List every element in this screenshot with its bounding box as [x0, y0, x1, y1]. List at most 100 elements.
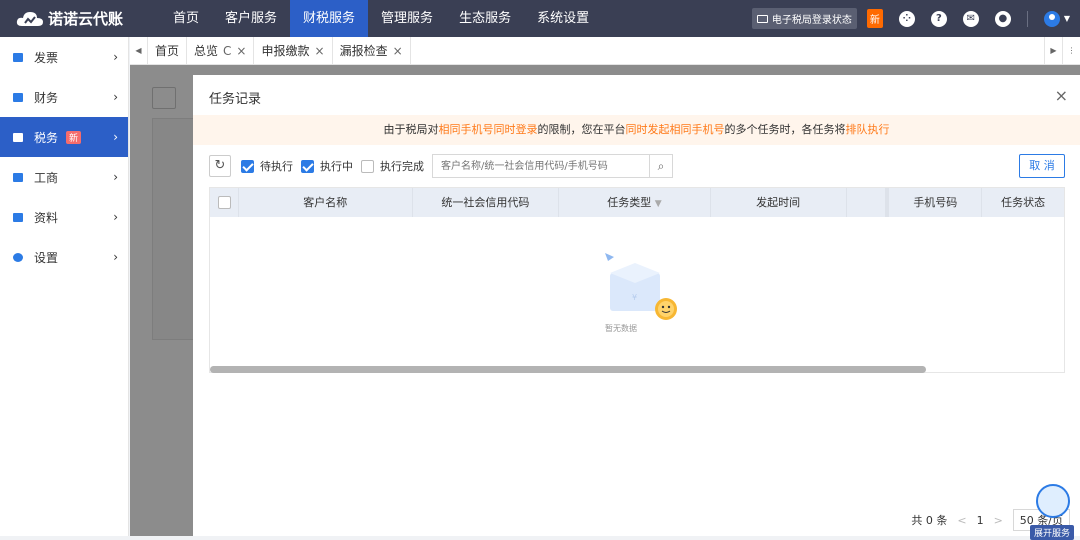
- tab-missing-check[interactable]: 漏报检查 ×: [333, 36, 411, 65]
- divider: [1026, 10, 1028, 27]
- search-box: ⌕: [432, 154, 673, 178]
- tab-right-controls: ▶ ⋮: [1044, 37, 1080, 65]
- chevron-down-icon[interactable]: ▼: [1064, 14, 1070, 23]
- sidebar-item-label: 资料: [34, 210, 59, 225]
- watermark-text: 大数跨境: [8, 507, 88, 531]
- search-input[interactable]: [432, 154, 649, 178]
- apps-grid-icon[interactable]: ⁘: [898, 10, 915, 27]
- sidebar-item-label: 发票: [34, 50, 59, 65]
- tab-scroll-left-icon[interactable]: ◀: [130, 36, 148, 65]
- chevron-right-icon: ›: [113, 90, 118, 104]
- gear-icon: [13, 252, 23, 262]
- column-task-status: 任务状态: [1001, 196, 1046, 209]
- chevron-right-icon: ›: [113, 210, 118, 224]
- tab-label: 总览: [194, 43, 219, 58]
- more-icon[interactable]: ⋮: [1062, 37, 1080, 65]
- e-tax-login-status-button[interactable]: 电子税局登录状态: [751, 8, 857, 29]
- nav-home[interactable]: 首页: [160, 0, 212, 37]
- finance-icon: [13, 92, 23, 102]
- next-page-button[interactable]: >: [994, 514, 1003, 527]
- notice-text: 的多个任务时，各任务将: [724, 123, 846, 136]
- page-number[interactable]: 1: [977, 514, 984, 527]
- column-label: 任务类型: [607, 196, 652, 209]
- tab-label: 申报缴款: [261, 43, 310, 58]
- chevron-right-icon: ›: [113, 250, 118, 264]
- tab-declare-payment[interactable]: 申报缴款 ×: [254, 36, 333, 65]
- message-icon[interactable]: ✉: [962, 10, 979, 27]
- customer-service-icon[interactable]: [1036, 484, 1070, 518]
- nav-settings[interactable]: 系统设置: [524, 0, 602, 37]
- filter-pending-checkbox[interactable]: 待执行: [241, 158, 293, 174]
- sidebar: 发票 › 财务 › 税务 新 › 工商 › 资料 › 设置 ›: [0, 37, 129, 536]
- invoice-icon: [13, 52, 23, 62]
- user-avatar-icon[interactable]: [1043, 10, 1060, 27]
- filter-toolbar: ↻ 待执行 执行中 执行完成 ⌕: [209, 154, 673, 178]
- e-tax-status-label: 电子税局登录状态: [771, 15, 852, 26]
- sidebar-item-settings[interactable]: 设置 ›: [0, 237, 128, 277]
- sidebar-item-label: 税务: [34, 130, 59, 145]
- bell-icon[interactable]: ●: [994, 10, 1011, 27]
- notice-banner: 由于税局对相同手机号同时登录的限制，您在平台同时发起相同手机号的多个任务时，各任…: [193, 115, 1080, 145]
- sidebar-item-documents[interactable]: 资料 ›: [0, 197, 128, 237]
- prev-page-button[interactable]: <: [957, 514, 966, 527]
- tab-bar: ◀ 首页 首页 总览 C × 申报缴款 × 漏报检查 × ▶ ⋮: [130, 36, 1080, 65]
- checkbox-checked-icon[interactable]: [301, 159, 314, 173]
- nav-customer-service[interactable]: 客户服务: [212, 0, 290, 37]
- checkbox-unchecked-icon[interactable]: [361, 159, 374, 173]
- app-logo[interactable]: 诺诺云代账: [0, 8, 160, 29]
- notice-highlight: 相同手机号同时登录: [438, 123, 538, 136]
- filter-done-checkbox[interactable]: 执行完成: [361, 158, 424, 174]
- notice-highlight: 排队执行: [845, 123, 890, 136]
- sidebar-item-business[interactable]: 工商 ›: [0, 157, 128, 197]
- documents-icon: [13, 212, 23, 222]
- column-credit-code: 统一社会信用代码: [413, 188, 560, 217]
- tab-scroll-right-icon[interactable]: ▶: [1044, 37, 1062, 65]
- chevron-right-icon: ›: [113, 50, 118, 64]
- checkbox-label: 执行完成: [380, 160, 424, 173]
- total-count: 共 0 条: [911, 514, 948, 527]
- new-badge: 新: [66, 130, 82, 144]
- tab-label: 漏报检查: [339, 43, 388, 58]
- sidebar-item-label: 设置: [34, 250, 59, 265]
- chevron-right-icon: ›: [113, 130, 118, 144]
- checkbox-checked-icon[interactable]: [241, 159, 254, 173]
- tab-home[interactable]: 首页: [148, 36, 188, 65]
- nav-tax-service[interactable]: 财税服务: [290, 0, 369, 37]
- search-icon[interactable]: ⌕: [649, 154, 673, 178]
- horizontal-scrollbar[interactable]: [210, 366, 926, 373]
- sidebar-item-label: 财务: [34, 90, 59, 105]
- column-task-type[interactable]: 任务类型 ▼: [559, 188, 711, 217]
- refresh-button[interactable]: ↻: [209, 155, 231, 177]
- column-customer-name: 客户名称: [239, 188, 413, 217]
- new-feature-badge[interactable]: 新: [866, 9, 883, 28]
- cancel-button[interactable]: 取 消: [1019, 154, 1065, 178]
- close-icon[interactable]: ×: [393, 37, 403, 65]
- expand-service-button[interactable]: 展开服务: [1029, 525, 1074, 540]
- sidebar-item-label: 工商: [34, 170, 59, 185]
- top-right-tools: 电子税局登录状态 新 ⁘ ? ✉ ● ▼: [751, 0, 1070, 37]
- nav-management[interactable]: 管理服务: [368, 0, 446, 37]
- nav-ecosystem[interactable]: 生态服务: [446, 0, 524, 37]
- help-icon[interactable]: ?: [930, 10, 947, 27]
- checkbox-unchecked-icon[interactable]: [218, 196, 231, 209]
- sidebar-item-tax[interactable]: 税务 新 ›: [0, 117, 128, 157]
- column-start-time: 发起时间: [711, 188, 847, 217]
- dialog-title: 任务记录: [209, 92, 262, 107]
- close-icon[interactable]: ×: [1055, 86, 1068, 105]
- tab-overview[interactable]: 首页 总览 C ×: [187, 36, 255, 65]
- filter-running-checkbox[interactable]: 执行中: [301, 158, 353, 174]
- column-phone: 手机号码: [886, 188, 983, 217]
- sidebar-item-invoice[interactable]: 发票 ›: [0, 37, 128, 77]
- sidebar-item-finance[interactable]: 财务 ›: [0, 77, 128, 117]
- monitor-icon: [756, 14, 768, 23]
- close-icon[interactable]: ×: [236, 37, 246, 65]
- select-all-checkbox[interactable]: [210, 188, 239, 217]
- logo-text: 诺诺云代账: [48, 10, 124, 28]
- close-icon[interactable]: ×: [315, 37, 325, 65]
- column-spacer: [847, 188, 887, 217]
- filter-icon[interactable]: ▼: [655, 199, 662, 209]
- empty-text: 暂无数据: [605, 324, 637, 333]
- business-icon: [13, 172, 23, 182]
- svg-text:¥: ¥: [632, 293, 637, 302]
- refresh-icon[interactable]: C: [223, 37, 231, 65]
